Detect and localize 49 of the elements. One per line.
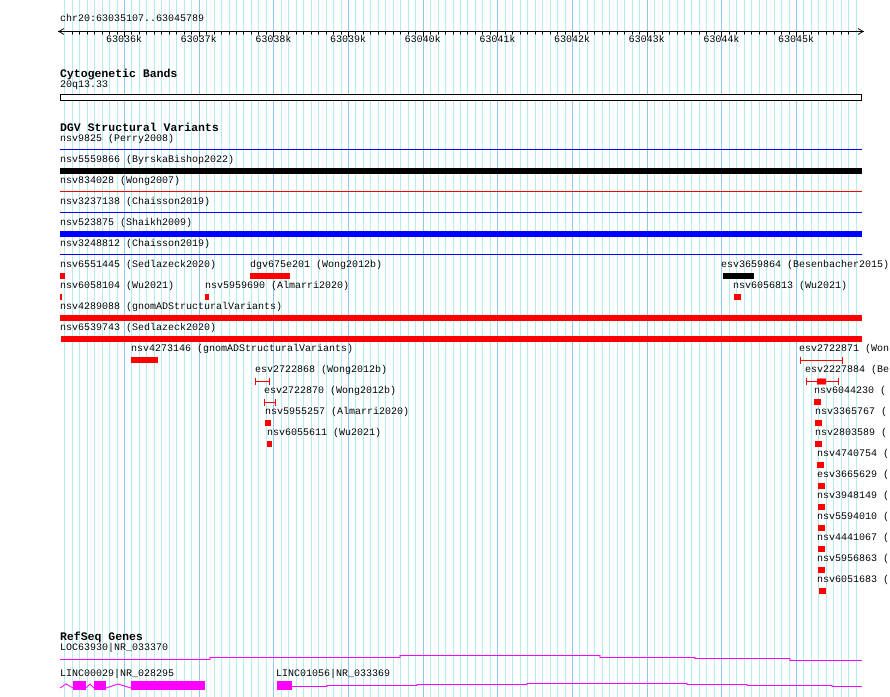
feature-label: nsv6044230 ( [814, 386, 886, 398]
feature-label: nsv6058104 (Wu2021) [60, 281, 174, 293]
feature-label: nsv9825 (Perry2008) [60, 134, 174, 146]
feature-label: LINC01056|NR_033369 [276, 669, 390, 681]
feature-label: nsv2803589 ( [815, 428, 888, 440]
feature-label: nsv5956863 ( [817, 554, 890, 566]
tick-label: 63038k [254, 35, 292, 47]
track-title: RefSeq Genes [60, 631, 143, 644]
feature-label: nsv6551445 (Sedlazeck2020) [60, 260, 216, 272]
track-title: Cytogenetic Bands [60, 68, 178, 81]
tick-label: 63039k [328, 35, 367, 47]
feature-label: nsv5559866 (ByrskaBishop2022) [60, 155, 234, 167]
tick-label: 63042k [553, 35, 592, 47]
feature-label: nsv523875 (Shaikh2009) [60, 218, 192, 230]
feature-label: dgv675e201 (Wong2012b) [250, 260, 382, 272]
tick-label: 63044k [702, 35, 740, 47]
feature-label: esv2722871 (Won [799, 344, 890, 356]
feature-label: nsv3248812 (Chaisson2019) [60, 239, 210, 251]
feature-label: nsv3237138 (Chaisson2019) [60, 197, 210, 209]
feature-label: nsv5955257 (Almarri2020) [265, 407, 410, 419]
feature-label: nsv4441067 ( [817, 533, 890, 545]
locus-label: chr20:63035107..63045789 [60, 14, 204, 26]
feature-label: nsv6539743 (Sedlazeck2020) [60, 323, 216, 335]
tick-label: 63037k [180, 35, 218, 47]
feature-label: nsv834028 (Wong2007) [60, 176, 180, 188]
feature-label: nsv4289088 (gnomADStructuralVariants) [60, 302, 282, 314]
feature-label: nsv5959690 (Almarri2020) [205, 281, 350, 293]
feature-label: esv2722870 (Wong2012b) [264, 386, 396, 398]
feature-label: nsv3948149 ( [817, 491, 890, 503]
feature-label: LOC63930|NR_033370 [60, 643, 168, 655]
feature-label: 20q13.33 [60, 80, 108, 92]
feature-label: nsv6056813 (Wu2021) [733, 281, 848, 293]
feature-label: esv3665629 ( [817, 470, 890, 482]
tick-label: 63041k [478, 35, 516, 47]
tick-label: 63045k [777, 35, 816, 47]
tick-label: 63036k [104, 35, 143, 47]
feature-label: nsv3365767 ( [815, 407, 888, 419]
tick-label: 63040k [404, 35, 442, 47]
feature-label: nsv6055611 (Wu2021) [267, 428, 382, 440]
feature-label: esv2227884 (Be [805, 365, 890, 377]
track-title: DGV Structural Variants [60, 122, 219, 135]
feature-label: nsv5594010 ( [817, 512, 890, 524]
feature-label: nsv6051683 ( [817, 575, 890, 587]
feature-label: esv3659864 (Besenbacher2015) [721, 260, 890, 272]
feature-label: LINC00029|NR_028295 [60, 669, 174, 681]
tick-label: 63043k [628, 35, 666, 47]
feature-label: nsv4740754 ( [817, 449, 890, 461]
feature-label: esv2722868 (Wong2012b) [255, 365, 388, 377]
feature-label: nsv4273146 (gnomADStructuralVariants) [131, 344, 354, 356]
